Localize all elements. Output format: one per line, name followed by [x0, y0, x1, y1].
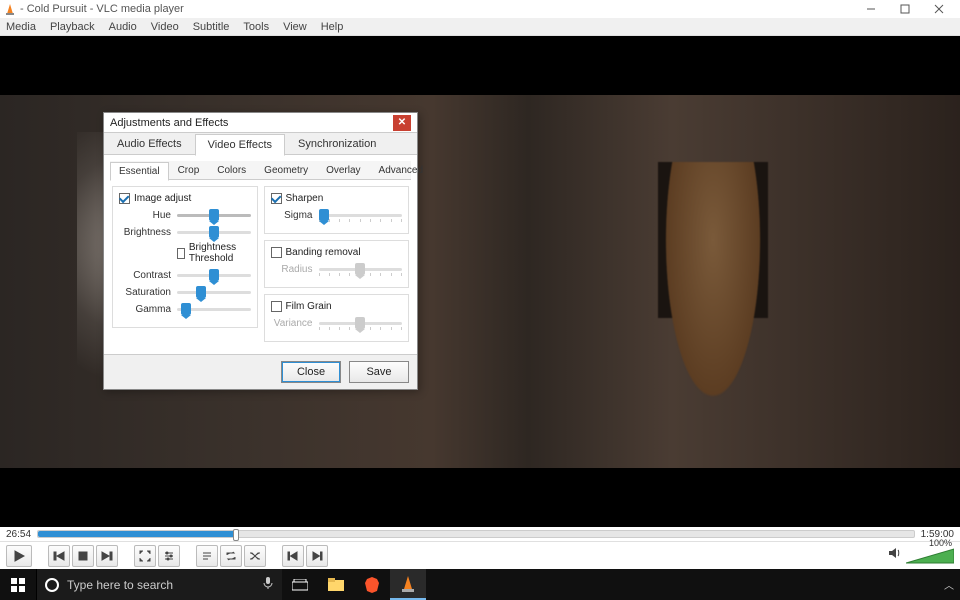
variance-slider[interactable]: [319, 316, 403, 330]
gamma-slider[interactable]: [177, 302, 251, 316]
minimize-button[interactable]: [854, 0, 888, 18]
film-grain-label: Film Grain: [286, 301, 332, 312]
subtab-overlay[interactable]: Overlay: [317, 161, 369, 179]
menu-video[interactable]: Video: [151, 21, 179, 33]
stop-button[interactable]: [72, 545, 94, 567]
variance-label: Variance: [271, 318, 313, 329]
vlc-cone-icon: [4, 3, 16, 15]
playlist-button[interactable]: [196, 545, 218, 567]
sharpen-checkbox[interactable]: [271, 193, 282, 204]
taskbar-search[interactable]: Type here to search: [36, 569, 282, 600]
extended-settings-button[interactable]: [158, 545, 180, 567]
volume-slider[interactable]: 100%: [906, 547, 954, 565]
sharpen-group: Sharpen Sigma: [264, 186, 410, 234]
taskbar-file-explorer[interactable]: [318, 569, 354, 600]
seek-slider[interactable]: [37, 530, 915, 538]
close-window-button[interactable]: [922, 0, 956, 18]
sigma-slider[interactable]: [319, 208, 403, 222]
step-back-button[interactable]: [282, 545, 304, 567]
time-elapsed[interactable]: 26:54: [6, 529, 31, 540]
titlebar: - Cold Pursuit - VLC media player: [0, 0, 960, 18]
banding-removal-checkbox[interactable]: [271, 247, 282, 258]
menu-audio[interactable]: Audio: [109, 21, 137, 33]
contrast-label: Contrast: [119, 270, 171, 281]
menu-help[interactable]: Help: [321, 21, 344, 33]
menu-tools[interactable]: Tools: [243, 21, 269, 33]
maximize-button[interactable]: [888, 0, 922, 18]
playback-controls: 100%: [0, 541, 960, 569]
image-adjust-checkbox[interactable]: [119, 193, 130, 204]
tray-overflow-icon[interactable]: ︿: [944, 577, 954, 592]
tab-video-effects[interactable]: Video Effects: [195, 134, 285, 156]
saturation-label: Saturation: [119, 287, 171, 298]
subtab-crop[interactable]: Crop: [169, 161, 209, 179]
menu-view[interactable]: View: [283, 21, 307, 33]
search-placeholder: Type here to search: [67, 578, 173, 592]
start-button[interactable]: [0, 569, 36, 600]
film-grain-checkbox[interactable]: [271, 301, 282, 312]
radius-label: Radius: [271, 264, 313, 275]
windows-taskbar: Type here to search ︿: [0, 569, 960, 600]
banding-removal-group: Banding removal Radius: [264, 240, 410, 288]
hue-slider[interactable]: [177, 208, 251, 222]
tab-audio-effects[interactable]: Audio Effects: [104, 133, 195, 154]
fullscreen-button[interactable]: [134, 545, 156, 567]
menu-media[interactable]: Media: [6, 21, 36, 33]
adjustments-effects-dialog: Adjustments and Effects ✕ Audio Effects …: [103, 112, 418, 390]
sigma-label: Sigma: [271, 210, 313, 221]
dialog-close-button[interactable]: ✕: [393, 115, 411, 131]
mic-icon[interactable]: [262, 576, 274, 593]
hue-label: Hue: [119, 210, 171, 221]
task-view-button[interactable]: [282, 569, 318, 600]
subtab-geometry[interactable]: Geometry: [255, 161, 317, 179]
volume-percent: 100%: [929, 538, 952, 548]
brightness-slider[interactable]: [177, 225, 251, 239]
brightness-threshold-label: Brightness Threshold: [189, 242, 251, 264]
subtab-colors[interactable]: Colors: [208, 161, 255, 179]
speaker-icon[interactable]: [888, 546, 902, 565]
prev-button[interactable]: [48, 545, 70, 567]
saturation-slider[interactable]: [177, 285, 251, 299]
menubar: Media Playback Audio Video Subtitle Tool…: [0, 18, 960, 36]
contrast-slider[interactable]: [177, 268, 251, 282]
next-button[interactable]: [96, 545, 118, 567]
gamma-label: Gamma: [119, 304, 171, 315]
brightness-label: Brightness: [119, 227, 171, 238]
image-adjust-label: Image adjust: [134, 193, 191, 204]
subtab-advanced[interactable]: Advanced: [370, 161, 432, 179]
brightness-threshold-checkbox[interactable]: [177, 248, 185, 259]
play-button[interactable]: [6, 545, 32, 567]
tab-synchronization[interactable]: Synchronization: [285, 133, 389, 154]
radius-slider[interactable]: [319, 262, 403, 276]
window-title: - Cold Pursuit - VLC media player: [20, 3, 184, 15]
image-adjust-group: Image adjust Hue Brightness Brightness T…: [112, 186, 258, 328]
step-forward-button[interactable]: [306, 545, 328, 567]
menu-subtitle[interactable]: Subtitle: [193, 21, 230, 33]
cortana-icon: [45, 578, 59, 592]
sharpen-label: Sharpen: [286, 193, 324, 204]
banding-removal-label: Banding removal: [286, 247, 361, 258]
film-grain-group: Film Grain Variance: [264, 294, 410, 342]
shuffle-button[interactable]: [244, 545, 266, 567]
dialog-title: Adjustments and Effects: [110, 117, 228, 129]
dialog-close-action-button[interactable]: Close: [281, 361, 341, 383]
taskbar-vlc[interactable]: [390, 569, 426, 600]
system-tray[interactable]: ︿: [938, 569, 960, 600]
loop-button[interactable]: [220, 545, 242, 567]
subtab-essential[interactable]: Essential: [110, 162, 169, 181]
dialog-save-button[interactable]: Save: [349, 361, 409, 383]
taskbar-brave[interactable]: [354, 569, 390, 600]
menu-playback[interactable]: Playback: [50, 21, 95, 33]
